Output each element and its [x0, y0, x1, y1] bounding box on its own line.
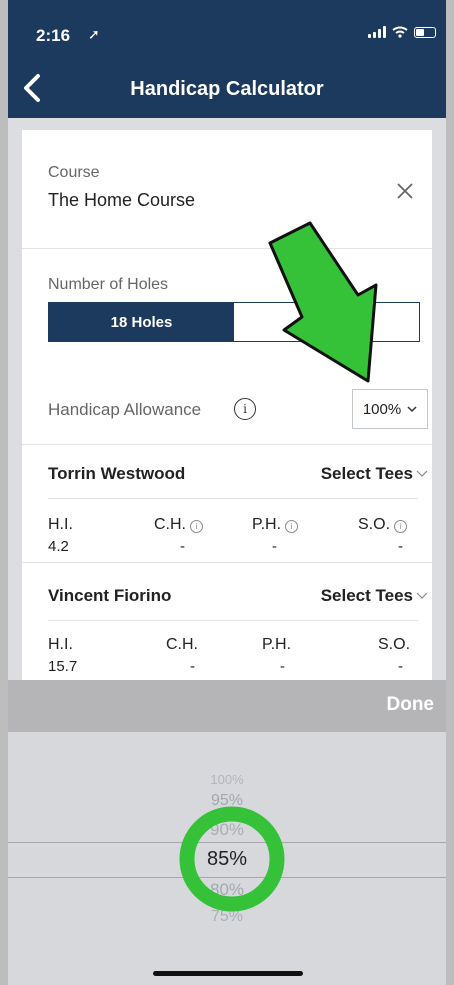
course-label: Course — [48, 164, 100, 181]
app-frame: 2:16 ➚ Handicap Calculator Course The Ho… — [8, 0, 446, 985]
segment-18-holes[interactable]: 18 Holes — [49, 303, 234, 341]
picker-selection-line — [8, 877, 446, 878]
select-tees-button[interactable]: Select Tees — [321, 464, 428, 484]
picker-option[interactable]: 90% — [8, 820, 446, 840]
player-name: Torrin Westwood — [48, 464, 186, 483]
calculator-card: Course The Home Course Number of Holes 1… — [22, 130, 432, 680]
select-tees-label: Select Tees — [320, 586, 413, 605]
close-icon[interactable] — [396, 182, 414, 200]
info-icon[interactable]: i — [394, 520, 408, 533]
picker-option-selected[interactable]: 85% — [8, 848, 446, 871]
allowance-label: Handicap Allowance — [48, 400, 202, 419]
ph-label: P.H. i — [252, 516, 299, 534]
ph-label: P.H. — [262, 636, 292, 653]
ch-value: - — [180, 538, 185, 555]
picker-option[interactable]: 95% — [8, 792, 446, 810]
allowance-dropdown[interactable]: 100% — [352, 389, 428, 429]
holes-label: Number of Holes — [48, 276, 169, 293]
segment-9-holes[interactable] — [234, 303, 419, 341]
home-indicator — [153, 971, 303, 976]
holes-segmented-control: 18 Holes — [48, 302, 420, 342]
divider — [22, 562, 432, 563]
divider — [48, 498, 418, 499]
divider — [22, 248, 432, 249]
course-name[interactable]: The Home Course — [48, 190, 195, 211]
divider — [48, 620, 418, 621]
hi-label: H.I. — [48, 516, 73, 533]
chevron-down-icon — [416, 470, 428, 477]
player-name: Vincent Fiorino — [48, 586, 172, 605]
so-label: S.O. i — [358, 516, 408, 534]
select-tees-button[interactable]: Select Tees — [321, 586, 428, 606]
picker-toolbar: Done — [8, 680, 446, 732]
info-icon[interactable]: i — [190, 520, 203, 533]
battery-icon — [414, 26, 436, 38]
status-icons — [368, 26, 436, 38]
picker-option[interactable]: 80% — [8, 880, 446, 900]
ph-value: - — [272, 538, 277, 555]
ch-value: - — [190, 658, 195, 675]
signal-icon — [368, 26, 386, 38]
so-value: - — [398, 658, 403, 675]
divider — [22, 444, 432, 445]
info-icon[interactable]: i — [234, 398, 256, 420]
location-arrow-icon: ➚ — [88, 26, 100, 42]
chevron-down-icon — [416, 592, 428, 599]
ph-value: - — [280, 658, 285, 675]
allowance-value: 100% — [362, 400, 402, 418]
picker-selection-line — [8, 842, 446, 843]
hi-value: 15.7 — [48, 658, 78, 675]
picker-option[interactable]: 75% — [8, 908, 446, 926]
done-button[interactable]: Done — [387, 694, 435, 716]
wifi-icon — [392, 26, 408, 38]
so-label: S.O. — [378, 636, 411, 653]
navigation-header: 2:16 ➚ Handicap Calculator — [8, 0, 446, 118]
select-tees-label: Select Tees — [320, 464, 413, 483]
so-value: - — [398, 538, 403, 555]
ch-label: C.H. i — [154, 516, 203, 534]
info-icon[interactable]: i — [285, 520, 299, 533]
percentage-picker[interactable]: 100% 95% 90% 85% 80% 75% — [8, 732, 446, 985]
hi-label: H.I. — [48, 636, 73, 653]
picker-option[interactable]: 100% — [8, 772, 446, 787]
chevron-down-icon — [407, 405, 417, 412]
page-title: Handicap Calculator — [130, 78, 324, 100]
status-time: 2:16 — [36, 26, 71, 45]
ch-label: C.H. — [166, 636, 198, 653]
hi-value: 4.2 — [48, 538, 69, 555]
